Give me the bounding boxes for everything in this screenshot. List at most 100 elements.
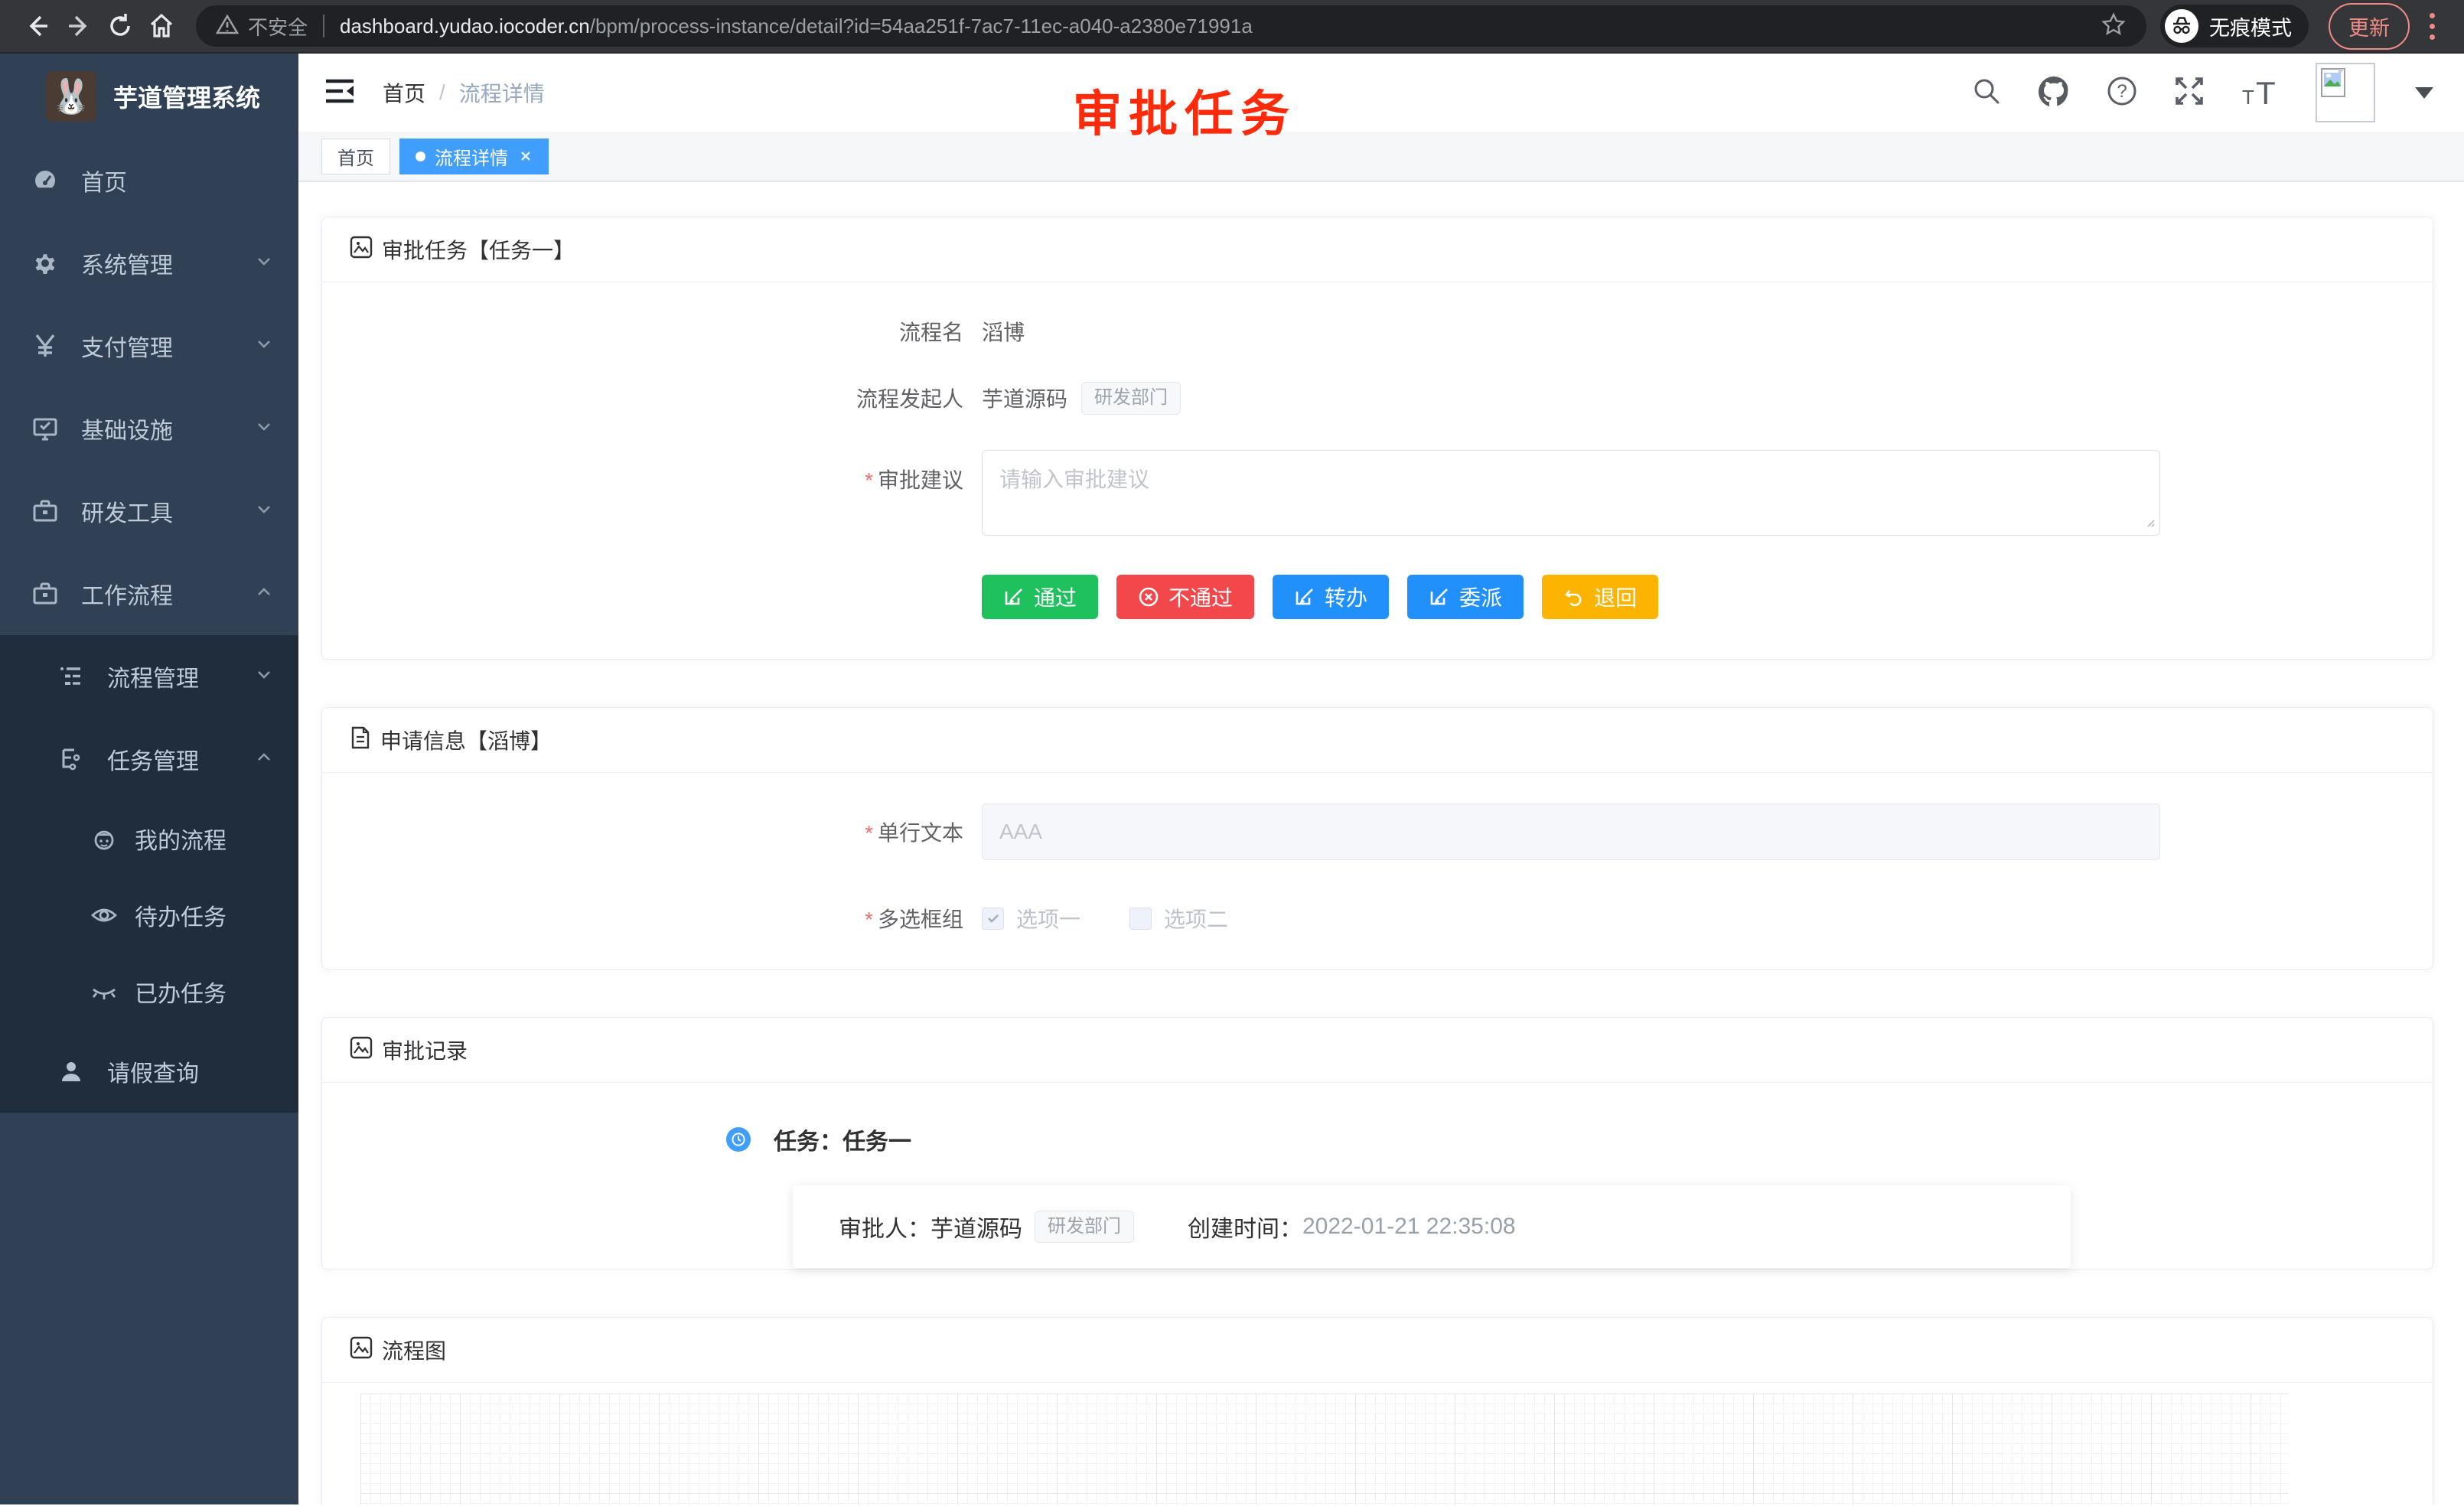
- resize-grip-icon[interactable]: [2143, 516, 2156, 532]
- card-header: 审批记录: [322, 1018, 2433, 1083]
- document-icon: [350, 726, 371, 755]
- single-line-text-input[interactable]: [982, 804, 2160, 860]
- checkbox-label: 选项一: [1016, 903, 1080, 934]
- approval-records-card: 审批记录 任务：任务一 审批人： 芋道源码 研发部门: [321, 1017, 2433, 1270]
- sidebar-collapse-icon[interactable]: [324, 78, 355, 108]
- tab-label: 首页: [337, 143, 374, 170]
- sidebar-item-label: 基础设施: [81, 412, 173, 445]
- sidebar-item-label: 我的流程: [135, 822, 227, 856]
- avatar[interactable]: [2316, 63, 2375, 122]
- sidebar-item-my-process[interactable]: 我的流程: [0, 800, 298, 877]
- breadcrumb: 首页 / 流程详情: [383, 77, 545, 108]
- sidebar-item-process-management[interactable]: 流程管理: [0, 635, 298, 718]
- sidebar-item-payment[interactable]: 支付管理: [0, 305, 298, 387]
- sidebar-item-label: 请假查询: [107, 1055, 199, 1088]
- initiator-row: 流程发起人 芋道源码 研发部门: [322, 382, 2433, 415]
- card-title: 审批任务【任务一】: [382, 234, 575, 265]
- picture-icon: [350, 236, 373, 264]
- workflow-submenu: 流程管理 任务管理 我的流程 待办任务: [0, 635, 298, 1113]
- approval-record-item: 审批人： 芋道源码 研发部门 创建时间： 2022-01-21 22:35:08: [793, 1185, 2071, 1268]
- chevron-down-icon: [256, 253, 272, 269]
- required-mark: *: [865, 908, 873, 931]
- url-host: dashboard.yudao.iocoder.cn: [340, 15, 590, 38]
- sidebar: 🐰 芋道管理系统 首页 系统管理 支付管理: [0, 54, 298, 1504]
- browser-forward-button[interactable]: [58, 5, 99, 47]
- suggestion-textarea[interactable]: [982, 450, 2160, 536]
- tabbar: 首页 流程详情: [298, 132, 2464, 182]
- security-label[interactable]: 不安全: [248, 12, 308, 41]
- user-menu-caret-icon[interactable]: [2415, 87, 2433, 99]
- breadcrumb-current: 流程详情: [459, 77, 545, 108]
- url-path: /bpm/process-instance/detail?id=54aa251f…: [590, 15, 1253, 38]
- card-header: 申请信息【滔博】: [322, 708, 2433, 773]
- sidebar-item-system[interactable]: 系统管理: [0, 222, 298, 305]
- browser-home-button[interactable]: [141, 5, 182, 47]
- font-size-icon[interactable]: TT: [2241, 75, 2280, 111]
- sidebar-item-label: 支付管理: [81, 329, 173, 363]
- breadcrumb-separator: /: [439, 80, 445, 105]
- help-icon[interactable]: ?: [2106, 75, 2138, 111]
- checkbox-option-1[interactable]: 选项一: [982, 903, 1080, 934]
- suggestion-row: *审批建议: [322, 450, 2433, 539]
- dept-tag: 研发部门: [1035, 1211, 1134, 1244]
- browser-menu-icon[interactable]: [2430, 13, 2435, 40]
- close-icon[interactable]: [519, 149, 533, 163]
- sidebar-item-infrastructure[interactable]: 基础设施: [0, 387, 298, 470]
- checkbox-option-2[interactable]: 选项二: [1129, 903, 1228, 934]
- approve-button[interactable]: 通过: [982, 575, 1098, 619]
- sidebar-item-todo-tasks[interactable]: 待办任务: [0, 877, 298, 953]
- card-title: 流程图: [382, 1335, 446, 1365]
- sidebar-item-workflow[interactable]: 工作流程: [0, 553, 298, 635]
- browser-back-button[interactable]: [17, 5, 58, 47]
- incognito-badge: 无痕模式: [2160, 5, 2309, 47]
- bookmark-star-icon[interactable]: [2101, 11, 2127, 41]
- browser-reload-button[interactable]: [99, 5, 141, 47]
- omnibox-divider: [323, 15, 324, 37]
- sidebar-item-label: 首页: [81, 164, 127, 197]
- bpmn-canvas[interactable]: [360, 1394, 2289, 1504]
- sidebar-item-home[interactable]: 首页: [0, 139, 298, 222]
- sidebar-item-done-tasks[interactable]: 已办任务: [0, 953, 298, 1030]
- sidebar-item-label: 研发工具: [81, 494, 173, 528]
- svg-text:T: T: [2242, 86, 2254, 107]
- sidebar-item-label: 任务管理: [107, 742, 199, 776]
- sidebar-item-label: 工作流程: [81, 577, 173, 611]
- card-header: 流程图: [322, 1318, 2433, 1383]
- monitor-icon: [31, 415, 60, 442]
- eye-icon: [90, 901, 118, 929]
- toolbox-icon: [31, 580, 60, 608]
- tab-home[interactable]: 首页: [321, 139, 390, 174]
- process-name-label: 流程名: [322, 316, 982, 347]
- toolbox-icon: [31, 497, 60, 525]
- required-mark: *: [865, 468, 873, 492]
- picture-icon: [350, 1336, 373, 1364]
- sidebar-item-leave-query[interactable]: 请假查询: [0, 1030, 298, 1113]
- svg-text:?: ?: [2117, 81, 2127, 102]
- sidebar-item-task-management[interactable]: 任务管理: [0, 718, 298, 800]
- tab-process-detail[interactable]: 流程详情: [399, 139, 549, 174]
- url-bar[interactable]: 不安全 dashboard.yudao.iocoder.cn /bpm/proc…: [196, 5, 2146, 47]
- single-line-text-row: *单行文本: [322, 804, 2433, 860]
- edit-icon: [1003, 586, 1025, 608]
- search-icon[interactable]: [1971, 76, 2002, 110]
- svg-text:T: T: [2256, 75, 2276, 107]
- card-header: 审批任务【任务一】: [322, 217, 2433, 282]
- broken-image-icon: [2320, 67, 2351, 98]
- sidebar-item-dev-tools[interactable]: 研发工具: [0, 470, 298, 553]
- return-button[interactable]: 退回: [1542, 575, 1658, 619]
- flow-diagram-card: 流程图: [321, 1317, 2433, 1504]
- fullscreen-icon[interactable]: [2173, 75, 2205, 111]
- browser-update-button[interactable]: 更新: [2329, 3, 2410, 50]
- initiator-label: 流程发起人: [322, 383, 982, 413]
- breadcrumb-home[interactable]: 首页: [383, 77, 425, 108]
- sidebar-item-label: 已办任务: [135, 975, 227, 1009]
- github-icon[interactable]: [2037, 75, 2071, 111]
- sidebar-item-label: 待办任务: [135, 898, 227, 932]
- reject-button[interactable]: 不通过: [1116, 575, 1254, 619]
- edit-icon: [1429, 586, 1450, 608]
- transfer-button[interactable]: 转办: [1273, 575, 1389, 619]
- dashboard-icon: [31, 167, 60, 194]
- checkbox-group-row: *多选框组 选项一 选项二: [322, 903, 2433, 934]
- delegate-button[interactable]: 委派: [1407, 575, 1524, 619]
- chevron-down-icon: [256, 418, 272, 435]
